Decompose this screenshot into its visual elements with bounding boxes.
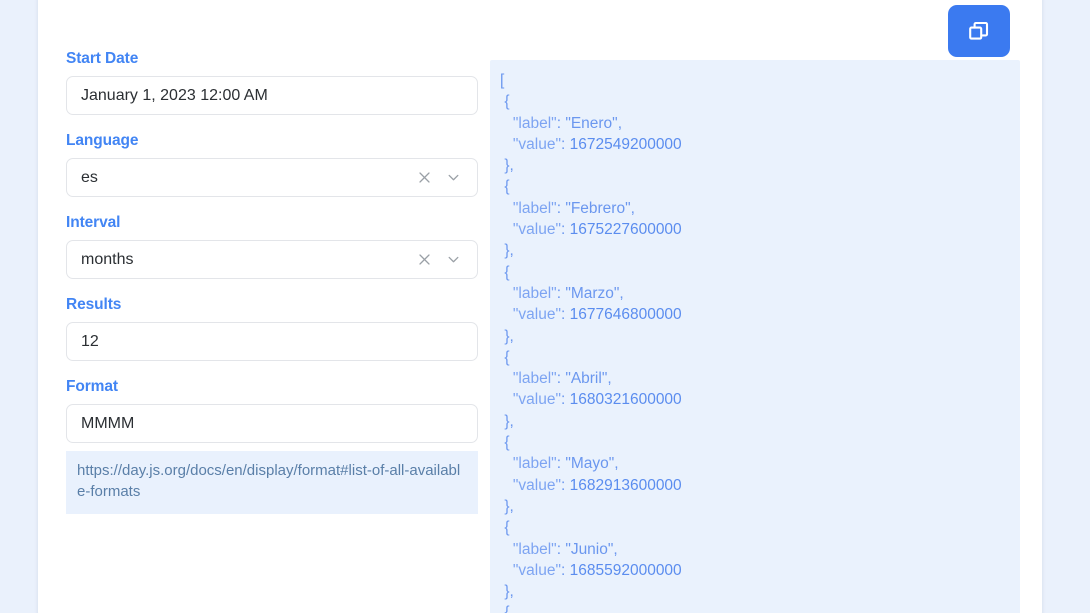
label-start-date: Start Date [66, 50, 478, 68]
field-results: Results 12 [66, 296, 478, 361]
close-icon[interactable] [417, 252, 432, 267]
label-interval: Interval [66, 214, 478, 232]
field-language: Language es [66, 132, 478, 197]
json-output-text: [ { "label": "Enero", "value": 167254920… [490, 60, 682, 613]
format-hint-url[interactable]: https://day.js.org/docs/en/display/forma… [66, 451, 478, 514]
settings-form: Start Date January 1, 2023 12:00 AM Lang… [66, 50, 478, 531]
chevron-down-icon[interactable] [446, 170, 461, 185]
interval-select-controls [417, 252, 477, 267]
json-output-panel[interactable]: [ { "label": "Enero", "value": 167254920… [490, 60, 1020, 613]
format-input[interactable]: MMMM [67, 405, 477, 442]
app-root: Start Date January 1, 2023 12:00 AM Lang… [0, 0, 1090, 613]
start-date-input-wrap[interactable]: January 1, 2023 12:00 AM [66, 76, 478, 115]
field-format: Format MMMM https://day.js.org/docs/en/d… [66, 378, 478, 514]
field-interval: Interval months [66, 214, 478, 279]
label-format: Format [66, 378, 478, 396]
language-select-value[interactable]: es [67, 159, 417, 196]
results-input-wrap[interactable]: 12 [66, 322, 478, 361]
interval-select-wrap[interactable]: months [66, 240, 478, 279]
results-input[interactable]: 12 [67, 323, 477, 360]
label-language: Language [66, 132, 478, 150]
format-input-wrap[interactable]: MMMM [66, 404, 478, 443]
label-results: Results [66, 296, 478, 314]
main-card: Start Date January 1, 2023 12:00 AM Lang… [38, 0, 1042, 613]
start-date-input[interactable]: January 1, 2023 12:00 AM [67, 77, 477, 114]
interval-select-value[interactable]: months [67, 241, 417, 278]
content-columns: Start Date January 1, 2023 12:00 AM Lang… [38, 0, 1042, 613]
language-select-wrap[interactable]: es [66, 158, 478, 197]
field-start-date: Start Date January 1, 2023 12:00 AM [66, 50, 478, 115]
language-select-controls [417, 170, 477, 185]
close-icon[interactable] [417, 170, 432, 185]
chevron-down-icon[interactable] [446, 252, 461, 267]
